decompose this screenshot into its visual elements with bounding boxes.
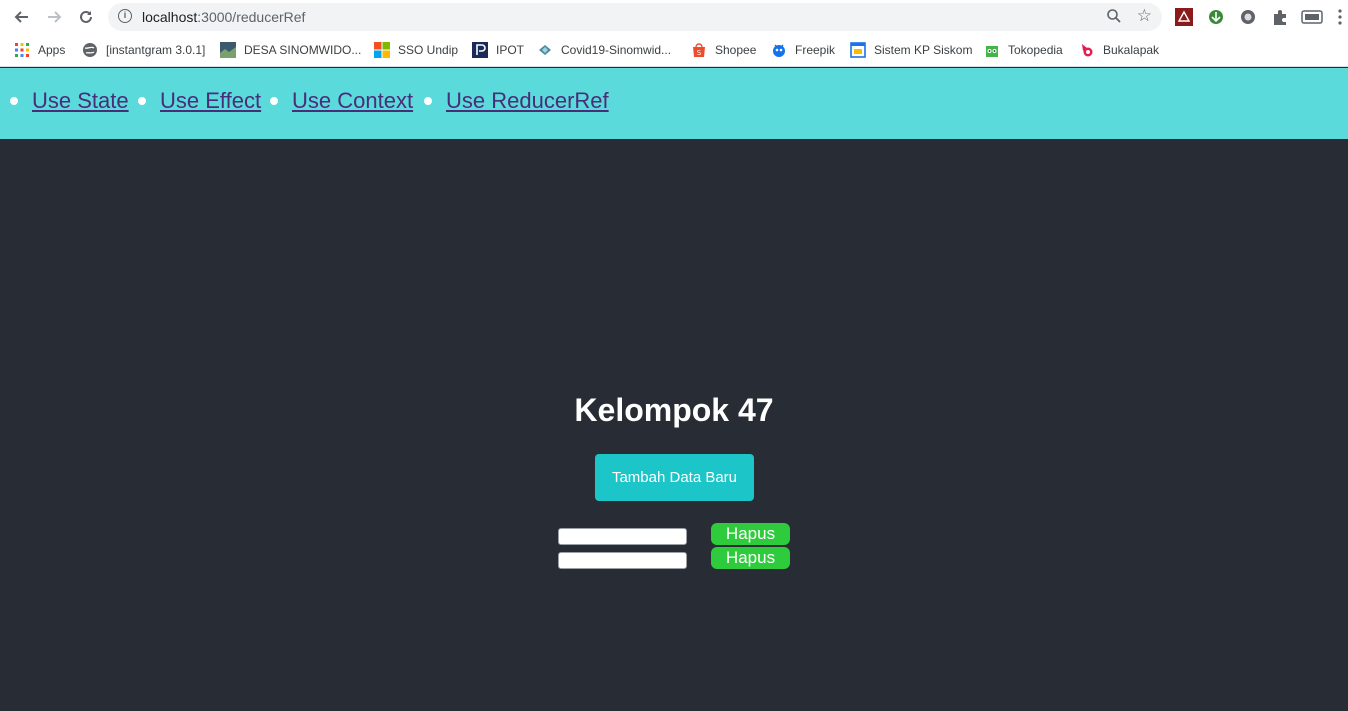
freepik-logo-icon bbox=[773, 44, 785, 57]
bullet-icon bbox=[424, 97, 432, 105]
url-text[interactable]: localhost:3000/reducerRef bbox=[142, 9, 305, 25]
bookmark-freepik[interactable]: Freepik bbox=[771, 40, 835, 60]
apps-grid-icon bbox=[15, 43, 29, 57]
nav-item-use-context: Use Context bbox=[270, 88, 413, 114]
nav-link-use-state[interactable]: Use State bbox=[32, 88, 129, 114]
bukalapak-logo-icon bbox=[1082, 44, 1093, 57]
extensions-puzzle-icon[interactable] bbox=[1271, 8, 1289, 26]
zoom-icon[interactable] bbox=[1106, 8, 1122, 24]
bookmarks-bar: Apps [instantgram 3.0.1] DESA SINOMWIDO.… bbox=[0, 34, 1348, 67]
menu-dots-icon[interactable] bbox=[1336, 8, 1344, 26]
bookmark-ipot[interactable]: IPOT bbox=[472, 40, 524, 60]
bookmark-bukalapak[interactable]: Bukalapak bbox=[1079, 40, 1159, 60]
address-bar[interactable]: i localhost:3000/reducerRef ☆ bbox=[108, 3, 1162, 31]
bookmark-star-icon[interactable]: ☆ bbox=[1137, 6, 1152, 26]
circle-extension-icon[interactable] bbox=[1239, 8, 1257, 26]
windows-logo-icon bbox=[374, 42, 390, 58]
bookmark-tokopedia[interactable]: Tokopedia bbox=[984, 40, 1063, 60]
nav-item-use-effect: Use Effect bbox=[138, 88, 261, 114]
svg-text:S: S bbox=[697, 49, 702, 57]
add-data-button[interactable]: Tambah Data Baru bbox=[595, 454, 754, 501]
forward-arrow-icon[interactable] bbox=[42, 6, 66, 28]
site-thumbnail-icon bbox=[220, 42, 236, 58]
dpg-extension-icon[interactable] bbox=[1301, 8, 1323, 26]
back-arrow-icon[interactable] bbox=[10, 6, 34, 28]
bookmark-covid19[interactable]: Covid19-Sinomwid... bbox=[537, 40, 671, 60]
nav-item-use-reducerref: Use ReducerRef bbox=[424, 88, 609, 114]
nav-link-use-reducerref[interactable]: Use ReducerRef bbox=[446, 88, 609, 114]
site-info-icon[interactable]: i bbox=[118, 9, 132, 23]
delete-button[interactable]: Hapus bbox=[711, 523, 790, 545]
bullet-icon bbox=[270, 97, 278, 105]
page-title: Kelompok 47 bbox=[574, 392, 774, 428]
app-nav-header: Use State Use Effect Use Context Use Red… bbox=[0, 68, 1348, 139]
reload-icon[interactable] bbox=[74, 6, 98, 28]
item-text-field[interactable] bbox=[558, 528, 687, 545]
nav-item-use-state: Use State bbox=[10, 88, 129, 114]
nav-link-use-effect[interactable]: Use Effect bbox=[160, 88, 261, 114]
bookmark-instantgram[interactable]: [instantgram 3.0.1] bbox=[82, 40, 205, 60]
window-icon bbox=[850, 42, 866, 58]
browser-toolbar: i localhost:3000/reducerRef ☆ bbox=[0, 0, 1348, 34]
bookmark-desa-sinomwido[interactable]: DESA SINOMWIDO... bbox=[220, 40, 361, 60]
pdf-extension-icon[interactable] bbox=[1175, 8, 1193, 26]
nav-link-use-context[interactable]: Use Context bbox=[292, 88, 413, 114]
shopee-bag-icon: S bbox=[693, 43, 705, 57]
bookmark-apps[interactable]: Apps bbox=[14, 40, 65, 60]
delete-button[interactable]: Hapus bbox=[711, 547, 790, 569]
globe-icon bbox=[83, 43, 97, 57]
ipot-logo-icon bbox=[472, 42, 488, 58]
item-text-field[interactable] bbox=[558, 552, 687, 569]
tokopedia-owl-icon bbox=[986, 46, 998, 57]
bookmark-sso-undip[interactable]: SSO Undip bbox=[374, 40, 458, 60]
bullet-icon bbox=[138, 97, 146, 105]
bullet-icon bbox=[10, 97, 18, 105]
bookmark-shopee[interactable]: S Shopee bbox=[691, 40, 756, 60]
bookmark-sistem-kp[interactable]: Sistem KP Siskom bbox=[850, 40, 972, 60]
download-manager-icon[interactable] bbox=[1207, 8, 1225, 26]
diamond-icon bbox=[539, 45, 551, 55]
